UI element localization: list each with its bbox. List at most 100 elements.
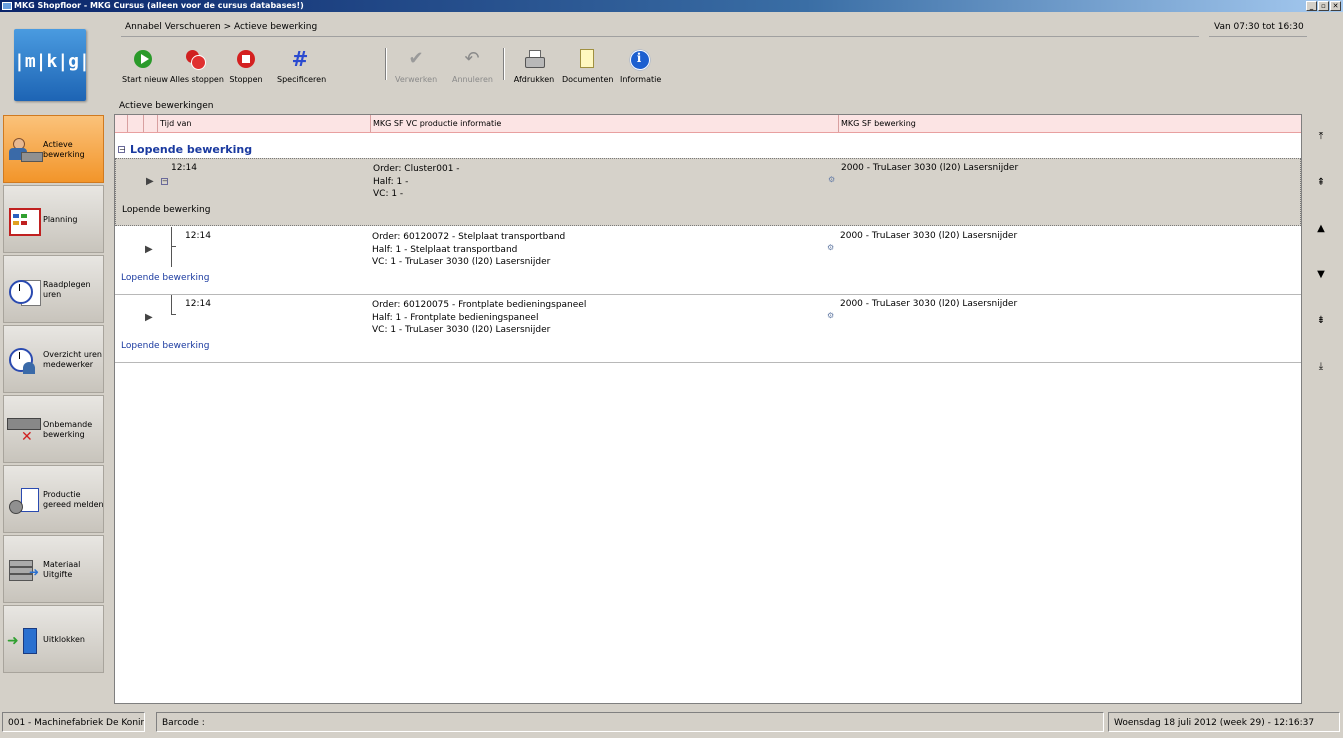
alles-stoppen-button[interactable]: Alles stoppen xyxy=(170,48,224,84)
barcode-field[interactable]: Barcode : xyxy=(156,712,1104,732)
start-nieuw-button[interactable]: Start nieuw xyxy=(122,48,168,84)
toolbar-separator xyxy=(503,48,505,80)
group-row[interactable]: − Lopende bewerking xyxy=(115,140,1301,157)
app-icon xyxy=(2,2,12,10)
machine-icon: ✕ xyxy=(7,416,41,446)
planning-icon xyxy=(7,206,41,236)
operation-icon: ⚙ xyxy=(827,311,835,320)
column-header-blank[interactable] xyxy=(143,115,158,132)
worker-icon xyxy=(7,136,43,166)
afdrukken-button[interactable]: Afdrukken xyxy=(513,48,555,84)
column-header-productie-informatie[interactable]: MKG SF VC productie informatie xyxy=(370,115,838,132)
documenten-label: Documenten xyxy=(562,75,614,84)
table-row[interactable]: 12:14 ▶ Order: 60120075 - Frontplate bed… xyxy=(115,295,1301,363)
clock-document-icon xyxy=(7,276,41,306)
mkg-logo: |m|k|g| xyxy=(14,29,90,101)
breadcrumb: Annabel Verschueren > Actieve bewerking xyxy=(125,22,318,32)
sidebar-item-actieve-bewerking[interactable]: Actieve bewerking xyxy=(3,115,104,183)
production-info: Order: 60120072 - Stelplaat transportban… xyxy=(372,231,565,269)
sidebar-item-raadplegen-uren[interactable]: Raadplegen uren xyxy=(3,255,104,323)
half-line: Half: 1 - xyxy=(373,176,409,187)
scroll-bottom-icon[interactable]: ⤓ xyxy=(1314,360,1328,374)
clock-person-icon xyxy=(7,346,41,376)
play-icon[interactable]: ▶ xyxy=(146,176,154,187)
half-line: Half: 1 - Stelplaat transportband xyxy=(372,244,518,255)
vc-line: VC: 1 - TruLaser 3030 (l20) Lasersnijder xyxy=(372,257,551,268)
breadcrumb-divider xyxy=(121,36,1199,37)
play-icon[interactable]: ▶ xyxy=(145,244,153,255)
line-down-icon[interactable]: ▼ xyxy=(1314,268,1328,282)
specificeren-button[interactable]: # Specificeren xyxy=(277,48,327,84)
play-icon[interactable]: ▶ xyxy=(145,312,153,323)
maximize-button[interactable]: ▫ xyxy=(1318,1,1329,11)
start-time: 12:14 xyxy=(185,231,211,241)
column-header-tijd-van[interactable]: Tijd van xyxy=(157,115,370,132)
stop-icon xyxy=(235,48,257,70)
half-line: Half: 1 - Frontplate bedieningspaneel xyxy=(372,312,539,323)
checkmark-icon: ✔ xyxy=(408,48,424,69)
grid-header: Tijd van MKG SF VC productie informatie … xyxy=(115,115,1301,133)
sidebar-item-label: Materiaal Uitgifte xyxy=(43,560,81,579)
info-icon: i xyxy=(628,48,650,70)
stoppen-button[interactable]: Stoppen xyxy=(228,48,264,84)
sidebar-item-onbemande-bewerking[interactable]: ✕ Onbemande bewerking xyxy=(3,395,104,463)
panel-title: Actieve bewerkingen xyxy=(119,101,214,111)
production-info: Order: Cluster001 - Half: 1 - VC: 1 - xyxy=(373,163,460,201)
window-titlebar: MKG Shopfloor - MKG Cursus (alleen voor … xyxy=(0,0,1343,12)
production-info: Order: 60120075 - Frontplate bedieningsp… xyxy=(372,299,586,337)
toolbar-separator xyxy=(385,48,387,80)
collapse-icon[interactable]: − xyxy=(118,146,126,154)
alles-stoppen-label: Alles stoppen xyxy=(170,75,224,84)
informatie-label: Informatie xyxy=(620,75,662,84)
line-up-icon[interactable]: ▲ xyxy=(1314,222,1328,236)
verwerken-button[interactable]: ✔ Verwerken xyxy=(395,48,437,84)
exit-door-icon: ➜ xyxy=(7,626,41,656)
start-nieuw-label: Start nieuw xyxy=(122,75,168,84)
start-time: 12:14 xyxy=(185,299,211,309)
sidebar-item-label: Actieve bewerking xyxy=(43,140,85,159)
vc-line: VC: 1 - TruLaser 3030 (l20) Lasersnijder xyxy=(372,325,551,336)
afdrukken-label: Afdrukken xyxy=(513,75,555,84)
logo-text: |m|k|g| xyxy=(14,51,90,72)
table-row[interactable]: 12:14 ▶ − Order: Cluster001 - Half: 1 - … xyxy=(115,158,1301,226)
page-down-icon[interactable]: ⇟ xyxy=(1314,314,1328,328)
column-header-bewerking[interactable]: MKG SF bewerking xyxy=(838,115,1301,132)
order-line: Order: 60120075 - Frontplate bedieningsp… xyxy=(372,300,587,310)
specificeren-label: Specificeren xyxy=(277,75,327,84)
order-line: Order: 60120072 - Stelplaat transportban… xyxy=(372,232,566,242)
column-header-blank[interactable] xyxy=(127,115,144,132)
sidebar-item-label: Raadplegen uren xyxy=(43,280,91,299)
datetime-field: Woensdag 18 juli 2012 (week 29) - 12:16:… xyxy=(1108,712,1340,732)
sidebar-item-label: Overzicht uren medewerker xyxy=(43,350,102,369)
operation-name: 2000 - TruLaser 3030 (l20) Lasersnijder xyxy=(840,231,1018,241)
company-field: 001 - Machinefabriek De Koning xyxy=(2,712,145,732)
close-button[interactable]: ✕ xyxy=(1330,1,1341,11)
table-row[interactable]: 12:14 ▶ Order: 60120072 - Stelplaat tran… xyxy=(115,227,1301,295)
page-up-icon[interactable]: ⇞ xyxy=(1314,176,1328,190)
tree-branch xyxy=(171,246,176,247)
sidebar-item-label: Planning xyxy=(43,215,78,224)
document-icon xyxy=(575,48,597,70)
production-icon xyxy=(7,486,41,516)
scroll-top-icon[interactable]: ⤒ xyxy=(1314,130,1328,144)
sidebar-item-productie-gereed[interactable]: Productie gereed melden xyxy=(3,465,104,533)
row-status: Lopende bewerking xyxy=(121,273,210,283)
sidebar-item-uitklokken[interactable]: ➜ Uitklokken xyxy=(3,605,104,673)
sidebar-item-overzicht-uren[interactable]: Overzicht uren medewerker xyxy=(3,325,104,393)
informatie-button[interactable]: i Informatie xyxy=(620,48,662,84)
verwerken-label: Verwerken xyxy=(395,75,438,84)
annuleren-button[interactable]: ↶ Annuleren xyxy=(452,48,493,84)
minimize-button[interactable]: _ xyxy=(1306,1,1317,11)
tree-line xyxy=(171,227,172,267)
tree-branch xyxy=(171,314,176,315)
documenten-button[interactable]: Documenten xyxy=(562,48,614,84)
working-hours-divider xyxy=(1209,36,1307,37)
collapse-icon[interactable]: − xyxy=(161,178,168,185)
active-operations-grid: Tijd van MKG SF VC productie informatie … xyxy=(114,114,1302,704)
operation-icon: ⚙ xyxy=(827,243,835,252)
status-bar: 001 - Machinefabriek De Koning Barcode :… xyxy=(0,710,1343,738)
sidebar-item-planning[interactable]: Planning xyxy=(3,185,104,253)
printer-icon xyxy=(523,48,545,70)
operation-name: 2000 - TruLaser 3030 (l20) Lasersnijder xyxy=(840,299,1018,309)
sidebar-item-materiaal-uitgifte[interactable]: ➜ Materiaal Uitgifte xyxy=(3,535,104,603)
